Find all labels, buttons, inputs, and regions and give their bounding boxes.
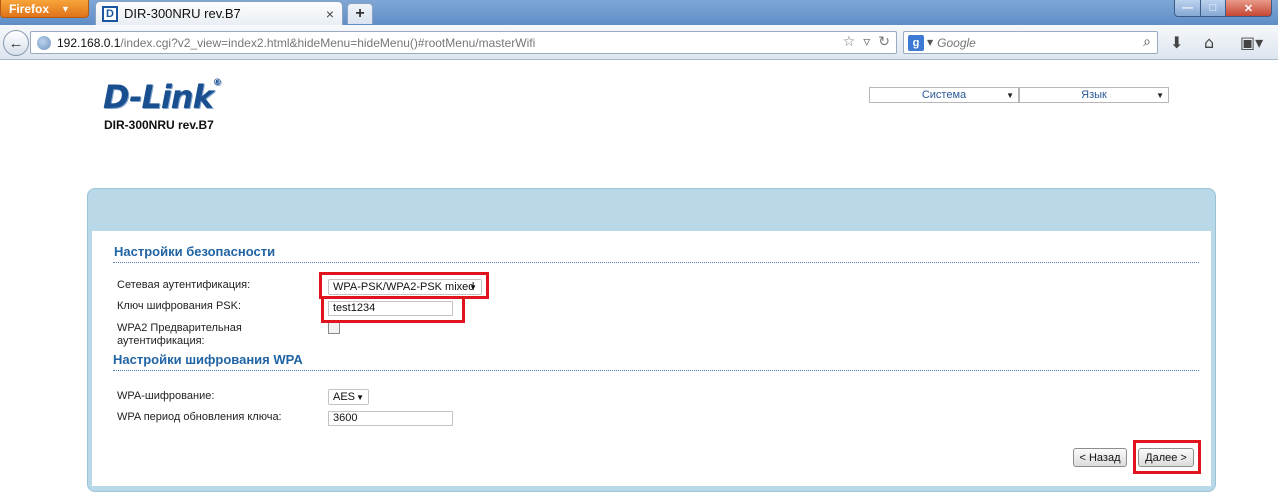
arrow-left-icon: ← (8, 34, 24, 52)
url-path: /index.cgi?v2_view=index2.html&hideMenu=… (120, 35, 536, 50)
browser-titlebar: Firefox ▼ D DIR-300NRU rev.B7 × + — □ ✕ (0, 0, 1278, 25)
search-bar[interactable]: g ▼ Google ⌕ (903, 31, 1158, 54)
google-icon: g (908, 34, 924, 51)
search-placeholder: Google (937, 35, 976, 50)
network-auth-value: WPA-PSK/WPA2-PSK mixed (333, 281, 475, 293)
dlink-favicon-icon: D (102, 5, 118, 22)
device-model: DIR-300NRU rev.B7 (104, 118, 214, 132)
section-divider (113, 262, 1199, 263)
network-auth-select[interactable]: WPA-PSK/WPA2-PSK mixed ▼ (328, 279, 482, 295)
home-icon[interactable]: ⌂ (1204, 33, 1214, 52)
section-divider (113, 370, 1199, 371)
wpa-encryption-value: AES (333, 391, 356, 403)
logo-text: D-Link (103, 78, 214, 116)
close-tab-icon[interactable]: × (326, 6, 334, 22)
address-bar[interactable]: 192.168.0.1 /index.cgi?v2_view=index2.ht… (30, 31, 897, 54)
language-menu-label: Язык (1081, 89, 1107, 101)
chevron-down-icon: ▼ (356, 393, 364, 402)
psk-label: Ключ шифрования PSK: (117, 300, 242, 312)
url-host: 192.168.0.1 (57, 35, 121, 50)
firefox-menu-button[interactable]: Firefox ▼ (0, 0, 89, 18)
registered-mark: ® (212, 78, 222, 88)
chevron-down-icon: ▼ (469, 283, 477, 292)
dlink-logo: D-Link® (103, 78, 222, 116)
wpa-encryption-select[interactable]: AES ▼ (328, 389, 369, 405)
maximize-window-button[interactable]: □ (1200, 0, 1226, 17)
wpa-encryption-label: WPA-шифрование: (117, 390, 215, 402)
chevron-down-icon: ▼ (61, 3, 70, 14)
auth-label: Сетевая аутентификация: (117, 279, 251, 291)
system-menu-select[interactable]: Система ▼ (869, 87, 1019, 103)
psk-key-input[interactable]: test1234 (328, 301, 453, 316)
wpa2-preauth-label: WPA2 Предварительная аутентификация: (117, 322, 242, 347)
bookmarks-menu-icon[interactable]: ▣▾ (1240, 33, 1263, 52)
system-menu-label: Система (921, 89, 967, 101)
minimize-window-button[interactable]: — (1174, 0, 1201, 17)
chevron-down-icon: ▼ (1156, 91, 1164, 100)
security-section-title: Настройки безопасности (114, 244, 276, 259)
next-step-button[interactable]: Далее > (1138, 448, 1194, 467)
download-icon[interactable]: ⬇ (1170, 33, 1183, 52)
new-tab-button[interactable]: + (347, 3, 373, 24)
globe-icon (37, 35, 51, 50)
close-window-button[interactable]: ✕ (1225, 0, 1272, 17)
firefox-menu-label: Firefox (9, 1, 50, 16)
key-renewal-input[interactable]: 3600 (328, 411, 453, 426)
wpa2-preauth-checkbox[interactable] (328, 322, 340, 334)
chevron-down-icon: ▼ (1006, 91, 1014, 100)
language-menu-select[interactable]: Язык ▼ (1019, 87, 1169, 103)
key-renewal-label: WPA период обновления ключа: (117, 411, 282, 423)
wpa-section-title: Настройки шифрования WPA (113, 352, 303, 367)
reload-icon[interactable]: ↻ (878, 34, 890, 50)
browser-tab[interactable]: D DIR-300NRU rev.B7 × (95, 1, 343, 25)
bookmark-star-icon[interactable]: ☆ (843, 34, 856, 50)
dropdown-arrow-icon[interactable]: ▿ (863, 34, 870, 50)
tab-title: DIR-300NRU rev.B7 (124, 6, 241, 21)
chevron-down-icon[interactable]: ▼ (927, 38, 933, 47)
back-step-button[interactable]: < Назад (1073, 448, 1127, 467)
browser-navbar: ← 192.168.0.1 /index.cgi?v2_view=index2.… (0, 25, 1278, 60)
search-icon[interactable]: ⌕ (1143, 34, 1151, 50)
back-button[interactable]: ← (3, 30, 29, 56)
